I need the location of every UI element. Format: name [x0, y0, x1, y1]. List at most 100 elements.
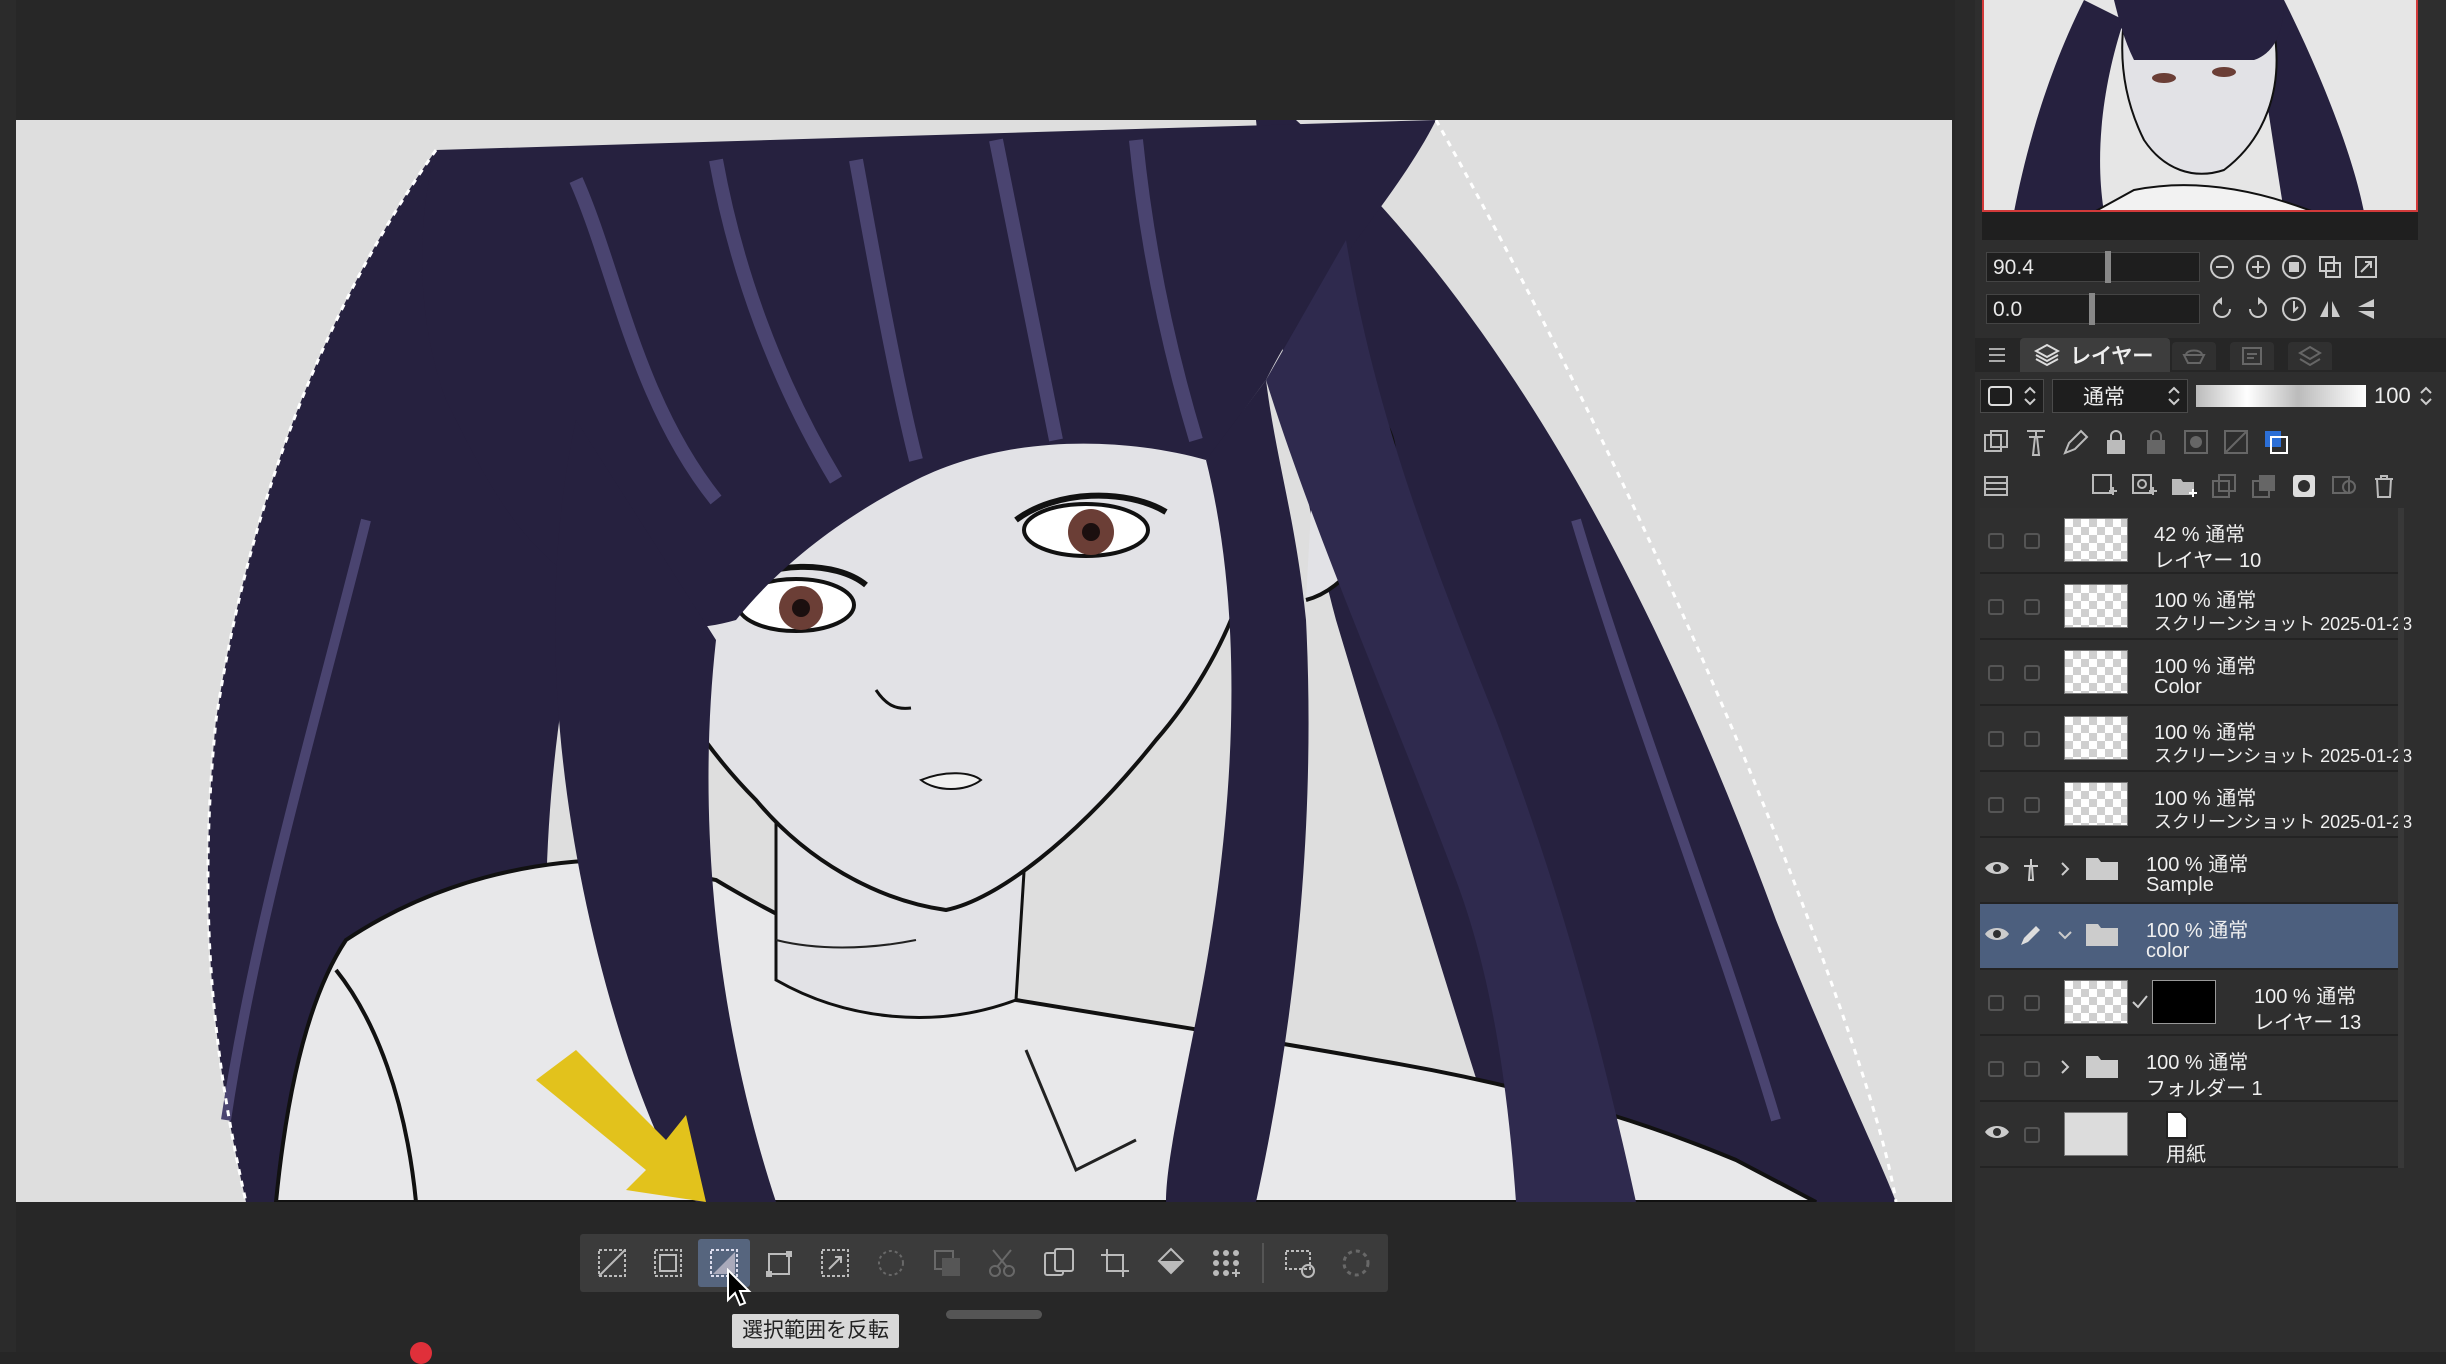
rotate-field[interactable]: 0.0 — [1986, 293, 2200, 325]
eye-icon[interactable] — [1984, 924, 2010, 944]
draft-layer-button[interactable] — [2060, 426, 2092, 458]
eye-icon[interactable] — [1984, 858, 2010, 878]
zoom-in-button[interactable] — [2244, 253, 2272, 281]
zoom-out-button[interactable] — [2208, 253, 2236, 281]
visibility-checkbox[interactable] — [1988, 533, 2004, 549]
scale-rotate-button[interactable] — [754, 1239, 806, 1287]
blend-mode-select[interactable]: 通常 — [2052, 379, 2188, 413]
tab-auto-action[interactable] — [2288, 342, 2332, 370]
new-vector-layer-button[interactable] — [2128, 470, 2160, 502]
lock-checkbox[interactable] — [2024, 599, 2040, 615]
reset-rotation-button[interactable] — [2280, 295, 2308, 323]
pen-edit-icon[interactable] — [2018, 922, 2044, 948]
screentone-button[interactable] — [1200, 1239, 1252, 1287]
reference-layer-button[interactable] — [2020, 426, 2052, 458]
lock-layer-button[interactable] — [2100, 426, 2132, 458]
layer-list-scrollbar[interactable] — [2398, 508, 2404, 1168]
lock-checkbox[interactable] — [2024, 731, 2040, 747]
rotate-left-button[interactable] — [2208, 295, 2236, 323]
create-mask-button[interactable] — [2288, 470, 2320, 502]
lock-checkbox[interactable] — [2024, 1061, 2040, 1077]
lock-checkbox[interactable] — [2024, 1127, 2040, 1143]
apply-mask-button[interactable] — [2328, 470, 2360, 502]
layer-mask-thumbnail — [2152, 980, 2216, 1024]
crop-button[interactable] — [1089, 1239, 1141, 1287]
transfer-down-button[interactable] — [2208, 470, 2240, 502]
rotate-right-button[interactable] — [2244, 295, 2272, 323]
visibility-checkbox[interactable] — [1988, 797, 2004, 813]
opacity-slider[interactable] — [2196, 385, 2366, 407]
flip-horizontal-button[interactable] — [2316, 295, 2344, 323]
dock-scrollbar[interactable] — [1955, 0, 1975, 1352]
layer-row[interactable]: 用紙 — [1980, 1102, 2400, 1168]
new-folder-button[interactable] — [2168, 470, 2200, 502]
selection-launcher-toolbar — [580, 1234, 1388, 1292]
loading-button[interactable] — [1330, 1239, 1382, 1287]
chevron-right-icon[interactable] — [2056, 860, 2074, 878]
mask-enable-icon — [2184, 430, 2208, 454]
tab-layer[interactable]: レイヤー — [2020, 338, 2170, 372]
visibility-checkbox[interactable] — [1988, 731, 2004, 747]
chevron-down-icon[interactable] — [2056, 926, 2074, 944]
tab-history[interactable] — [2230, 342, 2274, 370]
mask-range-button[interactable] — [2220, 426, 2252, 458]
visibility-checkbox[interactable] — [1988, 1061, 2004, 1077]
fill-button[interactable] — [1145, 1239, 1197, 1287]
eye-icon[interactable] — [1984, 1122, 2010, 1142]
layer-row[interactable]: 42 % 通常 レイヤー 10 — [1980, 508, 2400, 574]
layer-row[interactable]: 100 % 通常 color — [1980, 904, 2400, 970]
cut-paste-button[interactable] — [977, 1239, 1029, 1287]
visibility-checkbox[interactable] — [1988, 995, 2004, 1011]
lock-checkbox[interactable] — [2024, 797, 2040, 813]
new-folder-icon — [2172, 479, 2197, 497]
layer-row[interactable]: 100 % 通常 スクリーンショット 2025-01-23 — [1980, 706, 2412, 772]
toolbar-drag-handle[interactable] — [946, 1310, 1042, 1319]
zoom-field[interactable]: 90.4 — [1986, 251, 2200, 283]
fit-window-button[interactable] — [2352, 253, 2380, 281]
shrink-selection-button[interactable] — [865, 1239, 917, 1287]
copy-selection-button[interactable] — [921, 1239, 973, 1287]
layer-row[interactable]: 100 % 通常 スクリーンショット 2025-01-23 — [1980, 772, 2412, 838]
new-raster-layer-icon — [2092, 474, 2117, 495]
record-indicator — [410, 1342, 432, 1364]
delete-layer-button[interactable] — [2368, 470, 2400, 502]
layer-color-selector[interactable] — [1980, 379, 2044, 413]
new-raster-layer-button[interactable] — [2088, 470, 2120, 502]
clip-button[interactable] — [1980, 426, 2012, 458]
navigator-preview[interactable] — [1982, 0, 2418, 212]
layer-row[interactable]: 100 % 通常 スクリーンショット 2025-01-23 — [1980, 574, 2412, 640]
zoom-in-icon — [2246, 255, 2270, 279]
rotate-slider-knob[interactable] — [2089, 293, 2095, 325]
zoom-slider-knob[interactable] — [2105, 251, 2111, 283]
mask-enable-button[interactable] — [2180, 426, 2212, 458]
lock-checkbox[interactable] — [2024, 665, 2040, 681]
layer-row[interactable]: 100 % 通常 Sample — [1980, 838, 2400, 904]
lock-checkbox[interactable] — [2024, 995, 2040, 1011]
deselect-button[interactable] — [586, 1239, 638, 1287]
layer-panel-menu-button[interactable] — [1980, 470, 2012, 502]
copy-paste-button[interactable] — [1033, 1239, 1085, 1287]
opacity-stepper-icon[interactable] — [2419, 385, 2433, 407]
drawing-canvas[interactable] — [16, 120, 1952, 1202]
expand-selection-button[interactable] — [809, 1239, 861, 1287]
tab-layer-property[interactable] — [2172, 342, 2216, 370]
panel-menu-icon[interactable] — [1986, 344, 2008, 366]
lock-checkbox[interactable] — [2024, 533, 2040, 549]
layer-row[interactable]: 100 % 通常 Color — [1980, 640, 2400, 706]
actual-size-button[interactable] — [2316, 253, 2344, 281]
lock-transparent-button[interactable] — [2140, 426, 2172, 458]
layer-thumbnail — [2064, 518, 2128, 562]
reference-lighthouse-icon[interactable] — [2018, 856, 2044, 882]
layer-name: レイヤー 10 — [2154, 550, 2262, 572]
layer-row[interactable]: 100 % 通常 レイヤー 13 — [1980, 970, 2400, 1036]
fit-button[interactable] — [2280, 253, 2308, 281]
merge-down-button[interactable] — [2248, 470, 2280, 502]
layer-row[interactable]: 100 % 通常 フォルダー 1 — [1980, 1036, 2400, 1102]
visibility-checkbox[interactable] — [1988, 599, 2004, 615]
layer-color-button[interactable] — [2260, 426, 2292, 458]
selection-settings-button[interactable] — [1274, 1239, 1326, 1287]
visibility-checkbox[interactable] — [1988, 665, 2004, 681]
select-all-button[interactable] — [642, 1239, 694, 1287]
flip-vertical-button[interactable] — [2352, 295, 2380, 323]
chevron-right-icon[interactable] — [2056, 1058, 2074, 1076]
